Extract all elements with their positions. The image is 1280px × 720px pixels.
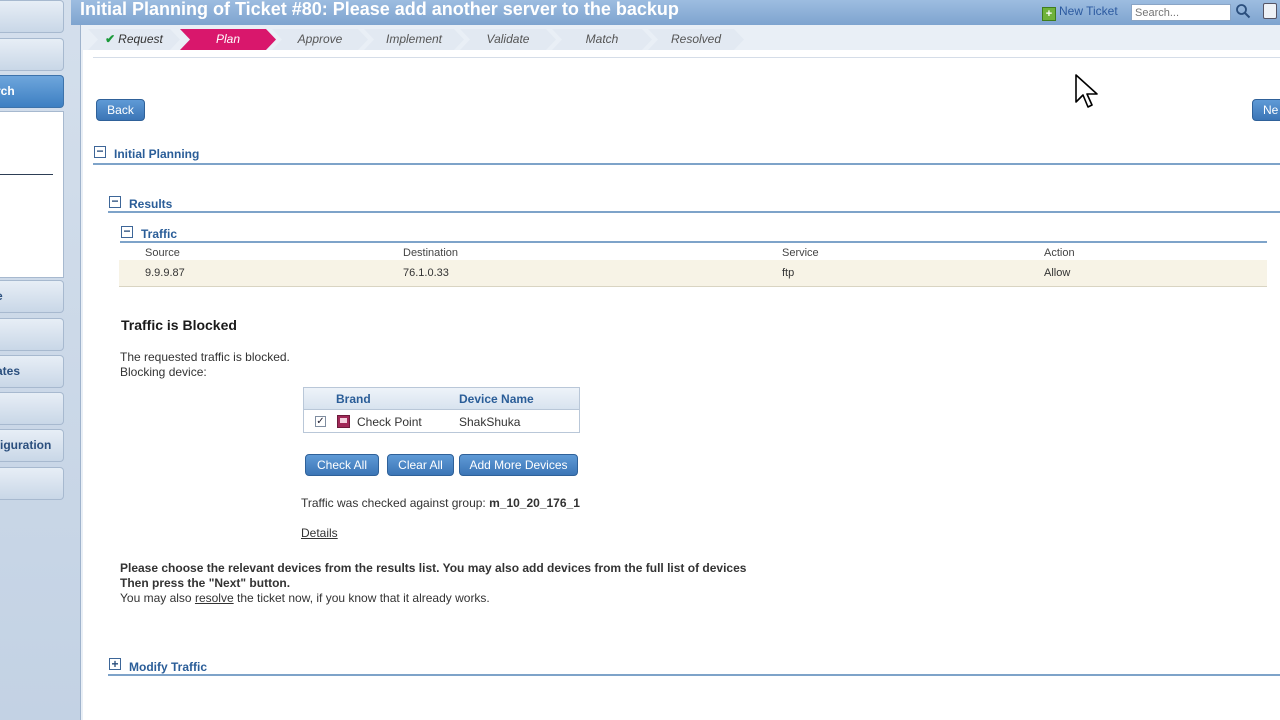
main-content: Back Ne − Initial Planning − Results − T… [83, 50, 1280, 720]
left-sidebar: rch e ates figuration [0, 0, 81, 720]
column-header-device-name: Device Name [459, 392, 534, 406]
step-label: Request [118, 32, 163, 46]
cell-service: ftp [782, 267, 795, 279]
new-ticket-label: New Ticket [1059, 4, 1118, 18]
sidebar-item-5[interactable] [0, 318, 64, 351]
sidebar-item-2[interactable] [0, 38, 64, 71]
sidebar-divider [0, 174, 53, 175]
section-divider [108, 674, 1280, 676]
section-initial-planning: Initial Planning [114, 147, 200, 161]
collapse-traffic-toggle[interactable]: − [121, 225, 133, 238]
step-plan[interactable]: Plan [180, 29, 276, 50]
step-validate[interactable]: Validate [460, 29, 556, 50]
sidebar-item-1[interactable] [0, 0, 64, 33]
details-link[interactable]: Details [301, 526, 338, 540]
instructions-suffix: the ticket now, if you know that it alre… [236, 591, 490, 605]
sidebar-item-search[interactable]: rch [0, 75, 64, 108]
section-traffic: Traffic [141, 227, 178, 241]
page-title: Initial Planning of Ticket #80: Please a… [80, 0, 679, 19]
devices-table-header: Brand Device Name [304, 388, 579, 410]
sidebar-panel [0, 111, 64, 278]
collapse-initial-planning-toggle[interactable]: − [94, 145, 106, 158]
title-bar: Initial Planning of Ticket #80: Please a… [71, 0, 1280, 25]
section-divider [120, 241, 1267, 243]
blocked-title: Traffic is Blocked [121, 317, 237, 333]
search-icon[interactable] [1235, 3, 1251, 19]
column-header-action: Action [1044, 247, 1075, 259]
group-name: m_10_20_176_1 [489, 496, 580, 510]
check-icon: ✔ [105, 32, 116, 46]
column-header-source: Source [145, 247, 180, 259]
collapse-results-toggle[interactable]: − [109, 195, 121, 208]
step-approve[interactable]: Approve [272, 29, 368, 50]
sidebar-item-4[interactable]: e [0, 280, 64, 313]
cell-source: 9.9.9.87 [145, 267, 185, 279]
instructions-line-3: You may also resolve the ticket now, if … [120, 591, 490, 605]
new-ticket-icon: + [1042, 7, 1056, 21]
cell-action: Allow [1044, 267, 1071, 279]
instructions-prefix: You may also [120, 591, 192, 605]
search-input[interactable] [1131, 4, 1231, 21]
sidebar-item-templates[interactable]: ates [0, 355, 64, 388]
column-header-destination: Destination [403, 247, 459, 259]
section-results: Results [129, 197, 173, 211]
step-match[interactable]: Match [552, 29, 652, 50]
step-implement[interactable]: Implement [364, 29, 464, 50]
sidebar-item-9[interactable] [0, 467, 64, 500]
sidebar-item-7[interactable] [0, 392, 64, 425]
clear-all-button[interactable]: Clear All [387, 454, 454, 476]
expand-modify-traffic-toggle[interactable]: + [109, 658, 121, 670]
cell-destination: 76.1.0.33 [403, 267, 449, 279]
column-header-brand: Brand [336, 392, 371, 406]
instructions-line-2: Then press the "Next" button. [120, 576, 291, 590]
section-modify-traffic[interactable]: Modify Traffic [129, 660, 207, 674]
column-header-service: Service [782, 247, 819, 259]
step-request[interactable]: ✔ Request [88, 29, 180, 50]
new-ticket-button[interactable]: + New Ticket [1042, 4, 1118, 21]
back-button[interactable]: Back [96, 99, 145, 121]
blocked-message: The requested traffic is blocked. [120, 350, 290, 364]
blocking-device-label: Blocking device: [120, 365, 207, 379]
device-checkbox[interactable]: ✓ [315, 416, 326, 427]
mouse-cursor-icon [1075, 74, 1098, 108]
section-divider [93, 163, 1280, 165]
logout-icon[interactable] [1263, 3, 1277, 19]
instructions-line-1: Please choose the relevant devices from … [120, 561, 747, 575]
add-more-devices-button[interactable]: Add More Devices [459, 454, 578, 476]
table-row[interactable] [119, 260, 1267, 287]
group-check-text: Traffic was checked against group: m_10_… [301, 496, 580, 510]
devices-table: Brand Device Name ✓ Check Point ShakShuk… [303, 387, 580, 433]
divider [93, 57, 1280, 58]
cell-brand: Check Point [357, 415, 422, 429]
section-divider [108, 211, 1280, 213]
resolve-link[interactable]: resolve [195, 591, 234, 605]
next-button[interactable]: Ne [1252, 99, 1280, 121]
checkpoint-brand-icon [337, 415, 350, 428]
group-check-prefix: Traffic was checked against group: [301, 496, 486, 510]
sidebar-item-configuration[interactable]: figuration [0, 429, 64, 462]
check-all-button[interactable]: Check All [305, 454, 379, 476]
cell-device-name: ShakShuka [459, 415, 521, 429]
step-resolved[interactable]: Resolved [648, 29, 744, 50]
